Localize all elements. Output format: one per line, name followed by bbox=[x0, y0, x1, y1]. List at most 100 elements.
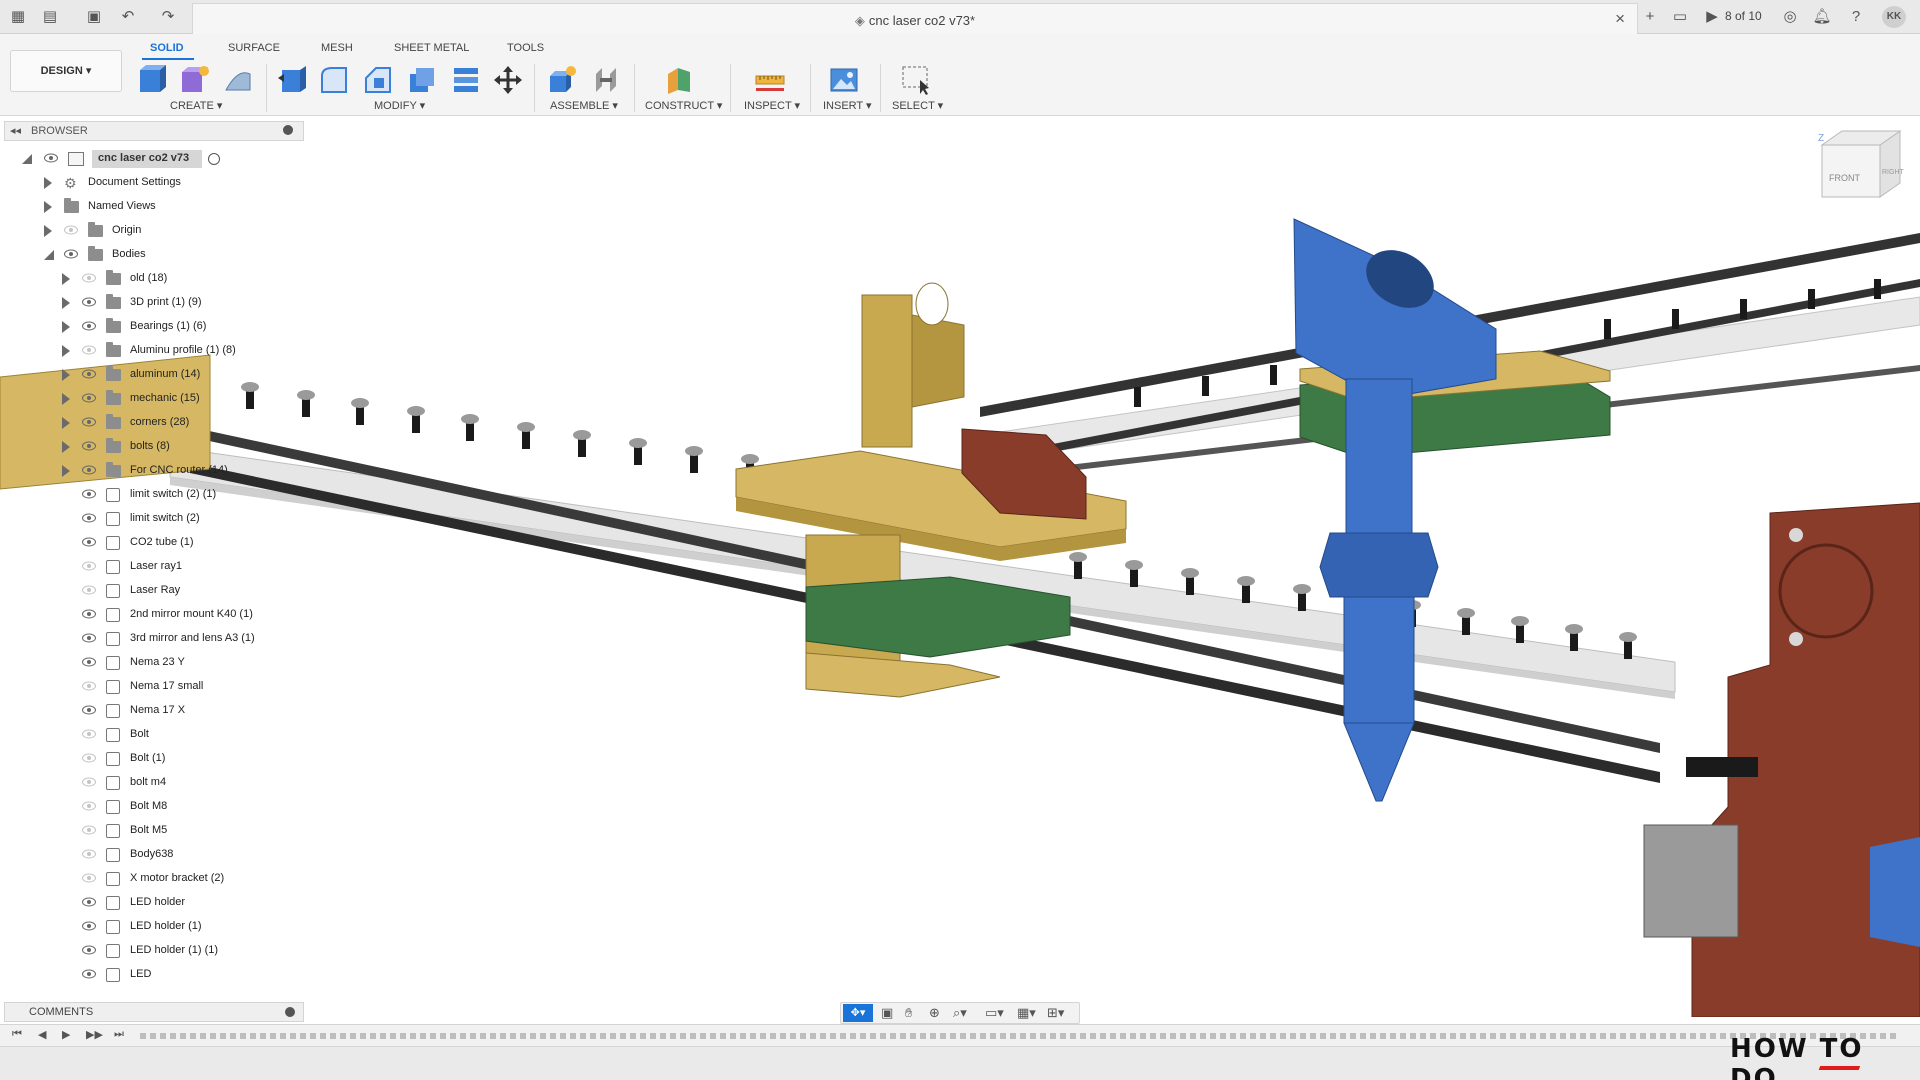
timeline-back-icon[interactable]: ◀ bbox=[38, 1028, 46, 1041]
collapse-panel-icon[interactable]: ◂◂ bbox=[10, 124, 21, 137]
browser-options-icon[interactable] bbox=[283, 125, 293, 135]
browser-panel-header[interactable]: ◂◂ BROWSER bbox=[4, 121, 304, 141]
apps-grid-icon[interactable]: ▦ bbox=[8, 7, 28, 27]
tree-item[interactable]: ⚙ Document Settings bbox=[0, 173, 300, 193]
expand-triangle-icon[interactable] bbox=[62, 297, 70, 309]
tree-item[interactable]: LED holder bbox=[0, 893, 300, 913]
tree-item[interactable]: corners (28) bbox=[0, 413, 300, 433]
tree-item[interactable]: Bodies bbox=[0, 245, 300, 265]
comments-panel-header[interactable]: COMMENTS bbox=[4, 1002, 304, 1022]
laser-head-tube[interactable] bbox=[1345, 378, 1413, 548]
workspace-switcher-button[interactable]: DESIGN ▾ bbox=[10, 50, 122, 92]
visibility-eye-icon[interactable] bbox=[82, 393, 96, 403]
visibility-eye-icon[interactable] bbox=[82, 513, 96, 523]
tree-item[interactable]: Aluminu profile (1) (8) bbox=[0, 341, 300, 361]
tree-item[interactable]: LED holder (1) bbox=[0, 917, 300, 937]
tree-item[interactable]: Bolt (1) bbox=[0, 749, 300, 769]
window-select-icon[interactable] bbox=[900, 64, 932, 96]
expand-triangle-icon[interactable] bbox=[62, 441, 70, 453]
chamfer-icon[interactable] bbox=[362, 64, 394, 96]
tree-item[interactable]: For CNC router (14) bbox=[0, 461, 300, 481]
tree-item[interactable]: Named Views bbox=[0, 197, 300, 217]
joint-icon[interactable] bbox=[590, 64, 622, 96]
visibility-eye-icon[interactable] bbox=[82, 345, 96, 355]
document-tab[interactable]: ◈ cnc laser co2 v73* × bbox=[192, 3, 1638, 34]
expand-triangle-icon[interactable] bbox=[62, 393, 70, 405]
expand-triangle-icon[interactable] bbox=[44, 177, 52, 189]
visibility-eye-icon[interactable] bbox=[82, 633, 96, 643]
design-timeline[interactable]: ⏮ ◀ ▶ ▶▶ ⏭ bbox=[0, 1024, 1920, 1046]
tab-surface[interactable]: SURFACE bbox=[228, 38, 280, 58]
visibility-eye-icon[interactable] bbox=[82, 945, 96, 955]
visibility-eye-icon[interactable] bbox=[82, 561, 96, 571]
visibility-eye-icon[interactable] bbox=[82, 321, 96, 331]
visibility-eye-icon[interactable] bbox=[82, 465, 96, 475]
visibility-eye-icon[interactable] bbox=[82, 609, 96, 619]
tree-item[interactable]: Bolt M5 bbox=[0, 821, 300, 841]
yellow-bracket[interactable] bbox=[861, 294, 913, 448]
timeline-forward-icon[interactable]: ▶▶ bbox=[86, 1028, 103, 1041]
tree-item[interactable]: 3D print (1) (9) bbox=[0, 293, 300, 313]
expand-triangle-icon[interactable] bbox=[62, 273, 70, 285]
expand-triangle-icon[interactable] bbox=[62, 369, 70, 381]
tree-item[interactable]: Bolt bbox=[0, 725, 300, 745]
collapse-triangle-icon[interactable] bbox=[22, 154, 32, 164]
user-avatar[interactable]: KK bbox=[1882, 6, 1906, 28]
close-tab-icon[interactable]: × bbox=[1615, 9, 1625, 29]
tab-tools[interactable]: TOOLS bbox=[507, 38, 544, 58]
tree-item[interactable]: CO2 tube (1) bbox=[0, 533, 300, 553]
tree-item[interactable]: mechanic (15) bbox=[0, 389, 300, 409]
tree-item[interactable]: LED holder (1) (1) bbox=[0, 941, 300, 961]
root-component-label[interactable]: cnc laser co2 v73 bbox=[92, 150, 202, 168]
visibility-eye-icon[interactable] bbox=[82, 729, 96, 739]
visibility-eye-icon[interactable] bbox=[82, 489, 96, 499]
visibility-eye-icon[interactable] bbox=[82, 801, 96, 811]
timeline-start-icon[interactable]: ⏮ bbox=[12, 1028, 22, 1041]
job-status-icon[interactable]: ▭ bbox=[1670, 7, 1690, 27]
look-at-icon[interactable]: ▣ bbox=[881, 1005, 893, 1021]
visibility-eye-icon[interactable] bbox=[82, 753, 96, 763]
timeline-feature-track[interactable] bbox=[140, 1033, 1900, 1039]
expand-triangle-icon[interactable] bbox=[62, 465, 70, 477]
new-component-icon[interactable] bbox=[136, 64, 168, 96]
inspect-menu[interactable]: INSPECT ▾ bbox=[744, 99, 800, 112]
visibility-eye-icon[interactable] bbox=[82, 537, 96, 547]
visibility-eye-icon[interactable] bbox=[82, 969, 96, 979]
tree-item[interactable]: old (18) bbox=[0, 269, 300, 289]
timeline-end-icon[interactable]: ⏭ bbox=[114, 1028, 124, 1041]
visibility-eye-icon[interactable] bbox=[82, 897, 96, 907]
insert-menu[interactable]: INSERT ▾ bbox=[823, 99, 872, 112]
tree-item[interactable]: Laser Ray bbox=[0, 581, 300, 601]
pan-hand-icon[interactable]: ✋︎ bbox=[905, 1005, 912, 1021]
tab-sheet-metal[interactable]: SHEET METAL bbox=[394, 38, 469, 58]
visibility-eye-icon[interactable] bbox=[82, 657, 96, 667]
timeline-play-icon[interactable]: ▶ bbox=[62, 1028, 70, 1041]
extensions-icon[interactable]: ◎ bbox=[1780, 7, 1800, 27]
grid-settings-icon[interactable]: ▦▾ bbox=[1017, 1005, 1036, 1021]
tree-item[interactable]: Bearings (1) (6) bbox=[0, 317, 300, 337]
offset-plane-icon[interactable] bbox=[664, 64, 696, 96]
visibility-eye-icon[interactable] bbox=[82, 417, 96, 427]
move-copy-icon[interactable] bbox=[492, 64, 524, 96]
modify-menu[interactable]: MODIFY ▾ bbox=[374, 99, 425, 112]
expand-triangle-icon[interactable] bbox=[44, 201, 52, 213]
select-menu[interactable]: SELECT ▾ bbox=[892, 99, 943, 112]
assemble-menu[interactable]: ASSEMBLE ▾ bbox=[550, 99, 618, 112]
revolve-icon[interactable] bbox=[222, 64, 254, 96]
visibility-eye-icon[interactable] bbox=[82, 705, 96, 715]
add-comment-icon[interactable] bbox=[285, 1007, 295, 1017]
visibility-eye-icon[interactable] bbox=[82, 777, 96, 787]
visibility-eye-icon[interactable] bbox=[82, 873, 96, 883]
notifications-bell-icon[interactable]: 🔔︎ bbox=[1812, 7, 1832, 27]
insert-image-icon[interactable] bbox=[828, 64, 860, 96]
tree-item[interactable]: bolt m4 bbox=[0, 773, 300, 793]
construct-menu[interactable]: CONSTRUCT ▾ bbox=[645, 99, 722, 112]
tree-item[interactable]: Nema 23 Y bbox=[0, 653, 300, 673]
redo-icon[interactable]: ↷ bbox=[158, 7, 178, 27]
expand-triangle-icon[interactable] bbox=[62, 345, 70, 357]
collapse-triangle-icon[interactable] bbox=[44, 250, 54, 260]
display-settings-icon[interactable]: ▭▾ bbox=[985, 1005, 1004, 1021]
orbit-icon[interactable]: ✥▾ bbox=[843, 1004, 873, 1022]
tab-solid[interactable]: SOLID bbox=[150, 38, 184, 58]
expand-triangle-icon[interactable] bbox=[62, 321, 70, 333]
